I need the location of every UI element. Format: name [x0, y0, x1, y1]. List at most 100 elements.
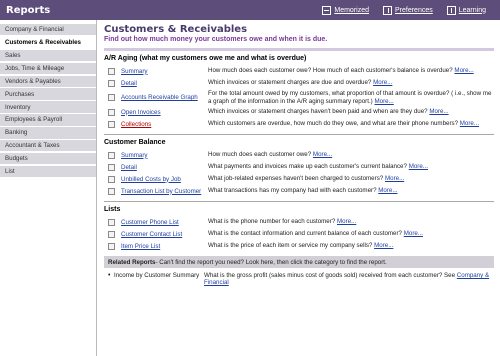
sidebar-item-customers-receivables[interactable]: Customers & Receivables [0, 36, 96, 50]
report-link[interactable]: Detail [121, 80, 208, 87]
more-link[interactable]: More... [313, 151, 332, 158]
report-description: Which invoices or statement charges have… [208, 108, 449, 116]
more-link[interactable]: More... [429, 108, 448, 115]
report-description: What payments and invoices make up each … [208, 163, 428, 171]
report-description: Which customers are overdue, how much do… [208, 120, 480, 128]
report-link[interactable]: Customer Contact List [121, 231, 208, 238]
bullet-icon: • [108, 272, 111, 279]
section-divider [104, 134, 494, 135]
report-link[interactable]: Unbilled Costs by Job [121, 176, 208, 183]
report-link[interactable]: Summary [121, 68, 208, 75]
report-icon[interactable] [108, 120, 115, 128]
more-link[interactable]: More... [409, 163, 428, 170]
report-description: What job-related expenses haven't been c… [208, 175, 405, 183]
more-link[interactable]: More... [337, 218, 356, 225]
learning-link[interactable]: Learning [446, 5, 486, 15]
section-lists: Lists Customer Phone List What is the ph… [98, 206, 500, 252]
report-icon[interactable] [108, 218, 115, 226]
memorized-icon [322, 5, 332, 15]
report-link[interactable]: Accounts Receivable Graph [121, 94, 208, 101]
more-link[interactable]: More... [385, 175, 404, 182]
header-divider [104, 48, 494, 51]
report-link[interactable]: Summary [121, 152, 208, 159]
sidebar-item-sales[interactable]: Sales [0, 49, 96, 63]
report-description: How much does each customer owe? How muc… [208, 67, 474, 75]
report-description: What transactions has my company had wit… [208, 187, 398, 195]
sidebar-item-jobs-time-mileage[interactable]: Jobs, Time & Mileage [0, 62, 96, 76]
section-customer-balance: Customer Balance Summary How much does e… [98, 139, 500, 197]
learning-label: Learning [458, 6, 486, 14]
sidebar: Company & Financial Customers & Receivab… [0, 20, 97, 356]
report-row: Open Invoices Which invoices or statemen… [104, 106, 494, 118]
report-row: Item Price List What is the price of eac… [104, 240, 494, 252]
report-row: Accounts Receivable Graph For the total … [104, 89, 494, 106]
report-icon[interactable] [108, 108, 115, 116]
preferences-label: Preferences [395, 6, 433, 14]
related-reports-hint: - Can't find the report you need? Look h… [155, 258, 387, 266]
report-description: What is the contact information and curr… [208, 230, 423, 238]
report-row: Detail Which invoices or statement charg… [104, 77, 494, 89]
report-link[interactable]: Customer Phone List [121, 219, 208, 226]
report-row: Transaction List by Customer What transa… [104, 185, 494, 197]
report-description: Which invoices or statement charges are … [208, 79, 393, 87]
more-link[interactable]: More... [374, 98, 393, 105]
report-icon[interactable] [108, 163, 115, 171]
report-link[interactable]: Transaction List by Customer [121, 188, 208, 195]
sidebar-item-purchases[interactable]: Purchases [0, 88, 96, 101]
more-link[interactable]: More... [404, 230, 423, 237]
sidebar-item-list[interactable]: List [0, 165, 96, 179]
report-row: Customer Contact List What is the contac… [104, 228, 494, 240]
report-link[interactable]: Item Price List [121, 243, 208, 250]
report-row: Unbilled Costs by Job What job-related e… [104, 173, 494, 185]
more-link[interactable]: More... [378, 187, 397, 194]
report-icon[interactable] [108, 187, 115, 195]
sidebar-item-company-financial[interactable]: Company & Financial [0, 24, 96, 37]
sidebar-item-inventory[interactable]: Inventory [0, 101, 96, 114]
report-icon[interactable] [108, 94, 115, 101]
sidebar-item-budgets[interactable]: Budgets [0, 152, 96, 166]
report-row: Customer Phone List What is the phone nu… [104, 216, 494, 228]
report-link[interactable]: Collections [121, 121, 208, 128]
report-link[interactable]: Open Invoices [121, 109, 208, 116]
page-subtitle: Find out how much money your customers o… [104, 36, 328, 43]
memorized-link[interactable]: Memorized [322, 5, 369, 15]
report-icon[interactable] [108, 242, 115, 250]
more-link[interactable]: More... [454, 67, 473, 74]
report-description: What is the price of each item or servic… [208, 242, 394, 250]
preferences-link[interactable]: Preferences [383, 5, 433, 15]
report-icon[interactable] [108, 67, 115, 75]
title-bar: Reports Memorized Preferences Learning [0, 0, 500, 20]
sidebar-item-employees-payroll[interactable]: Employees & Payroll [0, 114, 96, 127]
report-description: For the total amount owed by my customer… [208, 90, 492, 105]
report-icon[interactable] [108, 151, 115, 159]
report-row: Summary How much does each customer owe?… [104, 65, 494, 77]
sidebar-item-vendors-payables[interactable]: Vendors & Payables [0, 75, 96, 88]
related-report-row: • Income by Customer Summary What is the… [98, 268, 500, 286]
related-report-name: Income by Customer Summary [114, 272, 200, 279]
report-icon[interactable] [108, 230, 115, 238]
more-link[interactable]: More... [373, 79, 392, 86]
report-row: Collections Which customers are overdue,… [104, 118, 494, 130]
section-divider [104, 201, 494, 202]
section-title: Lists [104, 206, 121, 213]
report-row: Summary How much does each customer owe?… [104, 149, 494, 161]
page-header: Customers & Receivables Find out how muc… [98, 20, 500, 48]
section-ar-aging: A/R Aging (what my customers owe me and … [98, 55, 500, 130]
section-title: Customer Balance [104, 139, 166, 146]
window-title: Reports [6, 4, 51, 16]
report-description: How much does each customer owe? More... [208, 151, 333, 159]
report-center-main: Customers & Receivables Find out how muc… [98, 20, 500, 356]
more-link[interactable]: More... [374, 242, 393, 249]
sidebar-item-accountant-taxes[interactable]: Accountant & Taxes [0, 140, 96, 153]
report-description: What is the phone number for each custom… [208, 218, 357, 226]
more-link[interactable]: More... [460, 120, 479, 127]
report-link[interactable]: Detail [121, 164, 208, 171]
section-title: A/R Aging (what my customers owe me and … [104, 55, 307, 62]
related-reports-bar: Related Reports - Can't find the report … [104, 256, 494, 268]
report-row: Detail What payments and invoices make u… [104, 161, 494, 173]
report-icon[interactable] [108, 79, 115, 87]
related-report-description: What is the gross profit (sales minus co… [204, 272, 490, 287]
learning-icon [446, 5, 456, 15]
sidebar-item-banking[interactable]: Banking [0, 127, 96, 140]
report-icon[interactable] [108, 175, 115, 183]
